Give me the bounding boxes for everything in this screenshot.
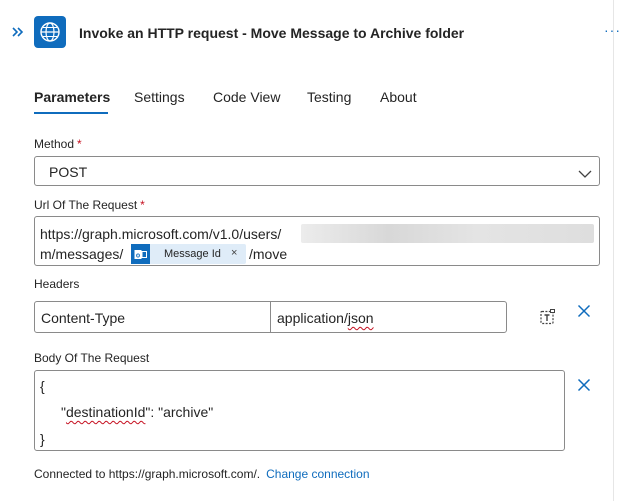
url-text-line2: m/messages/ bbox=[40, 246, 124, 262]
required-mark: * bbox=[140, 198, 145, 212]
tab-about[interactable]: About bbox=[380, 89, 417, 105]
close-icon[interactable] bbox=[577, 304, 591, 323]
url-input[interactable]: https://graph.microsoft.com/v1.0/users/ … bbox=[34, 216, 600, 266]
json-value: ": "archive" bbox=[145, 404, 214, 420]
url-label-text: Url Of The Request bbox=[34, 198, 138, 212]
url-label: Url Of The Request * bbox=[34, 198, 145, 212]
body-line-close: } bbox=[40, 431, 45, 447]
method-label: Method * bbox=[34, 137, 82, 151]
more-horizontal-icon[interactable]: ··· bbox=[604, 22, 621, 38]
method-label-text: Method bbox=[34, 137, 75, 151]
change-connection-link[interactable]: Change connection bbox=[266, 467, 369, 481]
required-mark: * bbox=[77, 137, 82, 151]
body-input[interactable]: { "destinationId": "archive" } bbox=[34, 370, 565, 451]
header-value-spellcheck: json bbox=[347, 310, 374, 326]
active-tab-indicator bbox=[34, 112, 108, 114]
switch-to-text-mode-icon[interactable] bbox=[539, 308, 557, 331]
body-line-open: { bbox=[40, 378, 45, 394]
connected-text: Connected to https://graph.microsoft.com… bbox=[34, 467, 261, 481]
action-title: Invoke an HTTP request - Move Message to… bbox=[79, 25, 465, 41]
outlook-icon: o bbox=[131, 244, 150, 264]
connection-footer: Connected to https://graph.microsoft.com… bbox=[34, 467, 370, 481]
tab-parameters[interactable]: Parameters bbox=[34, 89, 110, 105]
tab-settings[interactable]: Settings bbox=[134, 89, 185, 105]
method-select[interactable]: POST bbox=[34, 156, 600, 186]
url-text-line1: https://graph.microsoft.com/v1.0/users/ bbox=[40, 226, 282, 242]
token-remove-icon[interactable]: × bbox=[231, 247, 237, 259]
headers-label: Headers bbox=[34, 277, 80, 291]
chevron-down-icon bbox=[578, 166, 592, 178]
body-label: Body Of The Request bbox=[34, 351, 150, 365]
url-suffix: /move bbox=[249, 246, 288, 262]
message-id-token[interactable]: o Message Id × bbox=[131, 244, 246, 264]
body-line-destination: "destinationId": "archive" bbox=[61, 404, 213, 420]
double-chevron-right-icon[interactable] bbox=[10, 24, 26, 40]
close-icon[interactable] bbox=[577, 378, 591, 397]
method-select-value: POST bbox=[49, 164, 88, 180]
header-value-input[interactable]: application/json bbox=[270, 301, 507, 333]
json-key-spellcheck: destinationId bbox=[65, 404, 146, 420]
token-label: Message Id bbox=[164, 248, 221, 260]
header-key-input[interactable]: Content-Type bbox=[34, 301, 271, 333]
redacted-user-id bbox=[301, 224, 594, 243]
svg-text:o: o bbox=[136, 252, 140, 259]
globe-icon bbox=[34, 16, 66, 48]
tab-code-view[interactable]: Code View bbox=[213, 89, 280, 105]
panel-edge bbox=[613, 0, 614, 501]
tab-testing[interactable]: Testing bbox=[307, 89, 351, 105]
header-value-text: application/ bbox=[277, 310, 348, 326]
action-header: Invoke an HTTP request - Move Message to… bbox=[0, 0, 631, 66]
